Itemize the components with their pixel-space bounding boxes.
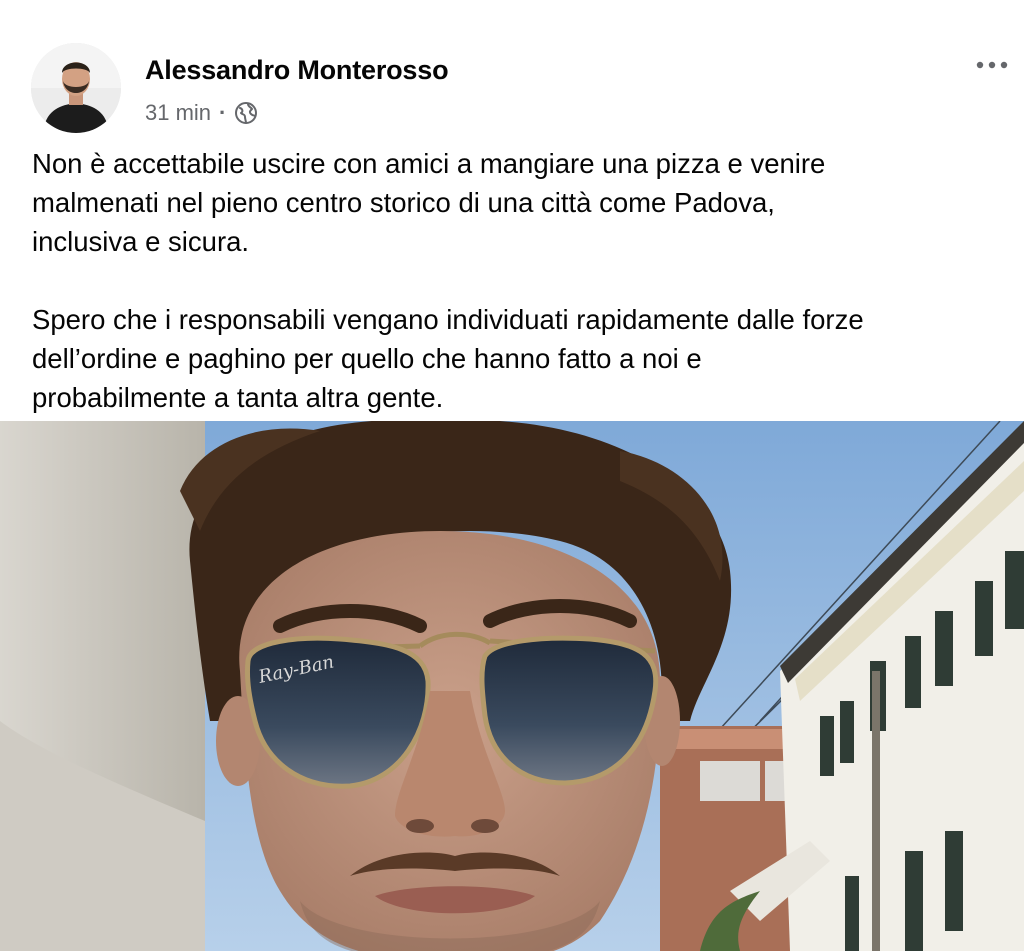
text-line: Non è accettabile uscire con amici a man…: [32, 148, 826, 179]
post-meta: 31 min ·: [145, 98, 258, 128]
meta-separator: ·: [219, 100, 227, 125]
post-timestamp[interactable]: 31 min: [145, 100, 211, 126]
text-line: inclusiva e sicura.: [32, 226, 250, 257]
post-photo[interactable]: Ray-Ban: [0, 421, 1024, 951]
author-avatar[interactable]: [31, 43, 121, 133]
post-header: Alessandro Monterosso 31 min ·: [0, 0, 1024, 140]
post-text: Non è accettabile uscire con amici a man…: [32, 144, 1007, 417]
text-line: dell’ordine e paghino per quello che han…: [32, 343, 702, 374]
text-line: malmenati nel pieno centro storico di un…: [32, 187, 775, 218]
more-options-button[interactable]: [972, 50, 1012, 80]
facebook-post: Alessandro Monterosso 31 min · Non è acc…: [0, 0, 1024, 951]
text-line: probabilmente a tanta altra gente.: [32, 382, 444, 413]
post-paragraph: Non è accettabile uscire con amici a man…: [32, 144, 1007, 261]
text-line: Spero che i responsabili vengano individ…: [32, 304, 864, 335]
post-paragraph: Spero che i responsabili vengano individ…: [32, 300, 1007, 417]
globe-icon[interactable]: [234, 101, 258, 125]
more-options-icon: [976, 61, 1008, 69]
avatar-image: [31, 43, 121, 133]
author-name[interactable]: Alessandro Monterosso: [145, 55, 449, 86]
selfie-photo: Ray-Ban: [0, 421, 1024, 951]
